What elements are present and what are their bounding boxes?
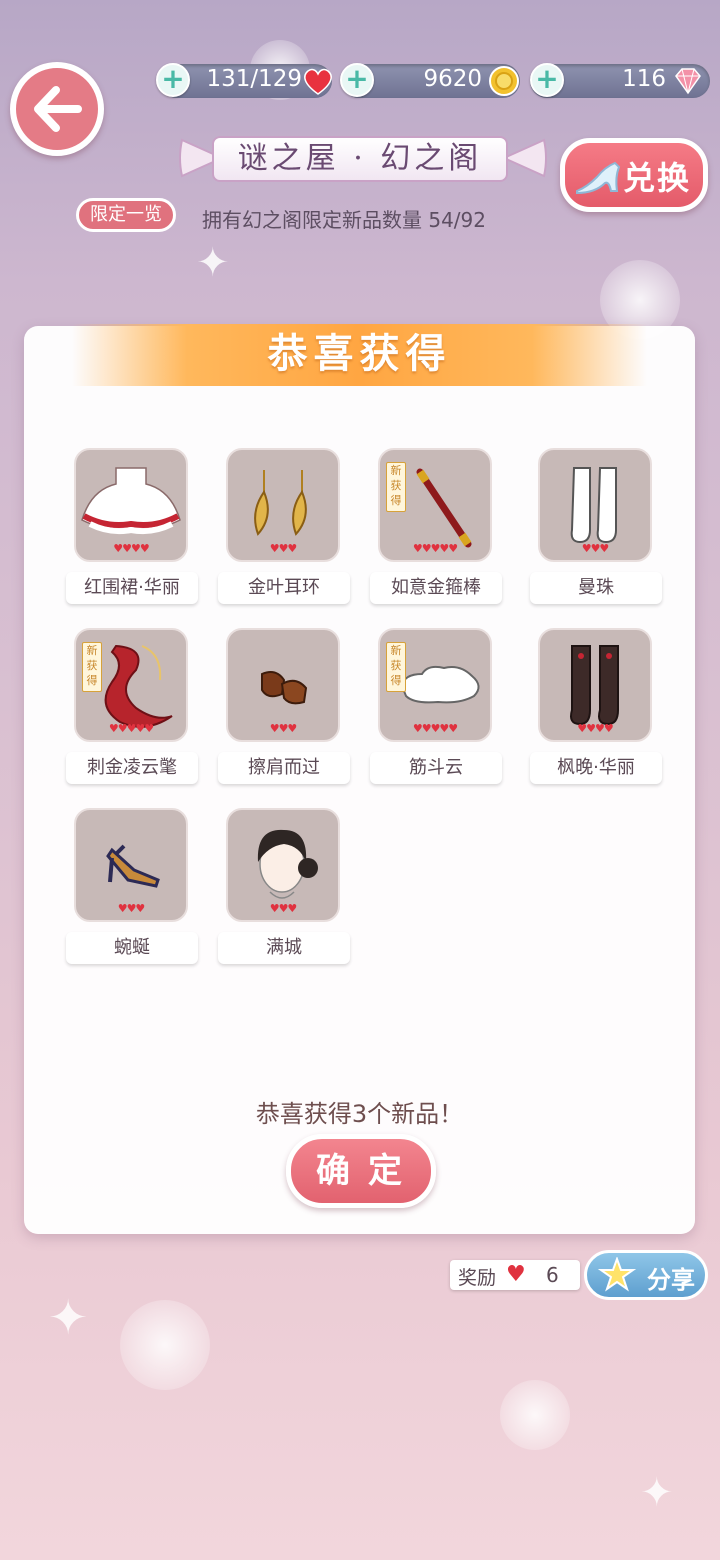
sparkle-star-icon: ✦ <box>196 240 230 286</box>
banner-title: 恭喜获得 <box>267 331 452 377</box>
item-name: 满城 <box>266 937 302 958</box>
rarity-hearts: ♥♥♥ <box>117 902 146 915</box>
add-coins-button[interactable]: + <box>340 63 374 97</box>
exchange-label: 兑换 <box>623 159 692 197</box>
new-item-tag: 新获得 <box>386 642 406 692</box>
coins-value: 9620 <box>423 66 482 92</box>
heart-icon: ♥ <box>506 1262 526 1287</box>
gold-coin-icon <box>489 66 519 96</box>
rarity-hearts: ♥♥♥♥ <box>577 722 613 735</box>
sparkle-star-icon: ✦ <box>48 1290 89 1346</box>
confirm-label: 确定 <box>316 1151 420 1191</box>
rarity-hearts: ♥♥♥♥♥ <box>108 722 154 735</box>
right-fan-ornament-icon <box>502 138 547 178</box>
item-name: 曼珠 <box>578 577 614 598</box>
hearts-value: 131/129 <box>206 66 302 92</box>
item-name: 枫晚·华丽 <box>557 757 635 778</box>
owned-count-text: 拥有幻之阁限定新品数量 54/92 <box>202 208 486 232</box>
diamonds-counter: + 116 <box>530 63 710 98</box>
back-button[interactable] <box>10 62 104 156</box>
diamond-icon <box>675 68 701 95</box>
confirm-button[interactable]: 确定 <box>286 1134 436 1208</box>
rarity-hearts: ♥♥♥ <box>269 542 298 555</box>
star-hand-icon <box>597 1257 637 1292</box>
page-title-text: 谜之屋 · 幻之阁 <box>237 141 483 176</box>
rarity-hearts: ♥♥♥♥ <box>113 542 149 555</box>
congrats-banner: 恭喜获得 <box>72 324 647 386</box>
item-name-label: 红围裙·华丽 <box>66 572 198 604</box>
hearts-counter: + 131/129 <box>156 63 332 98</box>
sparkle-star-icon: ✦ <box>640 1470 674 1516</box>
coins-counter: + 9620 <box>340 63 520 98</box>
congrats-text: 恭喜获得3个新品！ <box>255 1100 464 1128</box>
new-item-tag: 新获得 <box>82 642 102 692</box>
item-name: 红围裙·华丽 <box>84 577 180 598</box>
item-name-label: 刺金凌云氅 <box>66 752 198 784</box>
background-sparkle <box>500 1380 570 1450</box>
item-name: 如意金箍棒 <box>391 577 481 598</box>
item-name: 筋斗云 <box>409 757 463 778</box>
item-tile[interactable]: ♥♥♥ <box>538 448 652 562</box>
new-item-tag: 新获得 <box>386 462 406 512</box>
item-tile[interactable]: 新获得 ♥♥♥♥♥ <box>74 628 188 742</box>
arrow-left-icon <box>34 86 82 132</box>
item-name-label: 曼珠 <box>530 572 662 604</box>
item-tile[interactable]: ♥♥♥ <box>226 448 340 562</box>
item-tile[interactable]: ♥♥♥ <box>226 628 340 742</box>
limited-list-label: 限定一览 <box>90 204 162 225</box>
exchange-button[interactable]: 兑换 <box>560 138 708 212</box>
share-label: 分享 <box>647 1266 695 1294</box>
item-name-label: 枫晚·华丽 <box>530 752 662 784</box>
diamonds-value: 116 <box>622 66 666 92</box>
background-sparkle <box>120 1300 210 1390</box>
item-name: 刺金凌云氅 <box>87 757 177 778</box>
item-name-label: 蜿蜒 <box>66 932 198 964</box>
add-diamonds-button[interactable]: + <box>530 63 564 97</box>
item-name: 擦肩而过 <box>248 757 320 778</box>
item-name-label: 如意金箍棒 <box>370 572 502 604</box>
rarity-hearts: ♥♥♥♥♥ <box>412 542 458 555</box>
item-name: 蜿蜒 <box>114 937 150 958</box>
item-tile[interactable]: 新获得 ♥♥♥♥♥ <box>378 448 492 562</box>
item-tile[interactable]: ♥♥♥ <box>226 808 340 922</box>
item-tile[interactable]: ♥♥♥ <box>74 808 188 922</box>
reward-panel: 恭喜获得 ♥♥♥♥ 红围裙·华丽 ♥♥♥ 金叶耳环 新获得 ♥♥♥♥♥ 如意金箍棒 ♥♥♥ 曼珠… <box>24 324 695 1234</box>
add-hearts-button[interactable]: + <box>156 63 190 97</box>
share-button[interactable]: 分享 <box>584 1250 708 1300</box>
rarity-hearts: ♥♥♥ <box>581 542 610 555</box>
page-title: 谜之屋 · 幻之阁 <box>212 136 508 182</box>
item-name-label: 擦肩而过 <box>218 752 350 784</box>
item-tile[interactable]: 新获得 ♥♥♥♥♥ <box>378 628 492 742</box>
item-name-label: 满城 <box>218 932 350 964</box>
item-name-label: 筋斗云 <box>370 752 502 784</box>
reward-count: 6 <box>546 1263 559 1287</box>
item-tile[interactable]: ♥♥♥♥ <box>538 628 652 742</box>
reward-badge: 奖励 ♥ 6 <box>450 1260 580 1290</box>
reward-label: 奖励 <box>458 1267 497 1289</box>
limited-list-button[interactable]: 限定一览 <box>76 198 176 232</box>
item-tile[interactable]: ♥♥♥♥ <box>74 448 188 562</box>
heart-icon <box>304 68 332 95</box>
glass-slipper-icon <box>576 161 621 195</box>
rarity-hearts: ♥♥♥ <box>269 722 298 735</box>
item-name-label: 金叶耳环 <box>218 572 350 604</box>
rarity-hearts: ♥♥♥♥♥ <box>412 722 458 735</box>
rarity-hearts: ♥♥♥ <box>269 902 298 915</box>
item-name: 金叶耳环 <box>248 577 320 598</box>
